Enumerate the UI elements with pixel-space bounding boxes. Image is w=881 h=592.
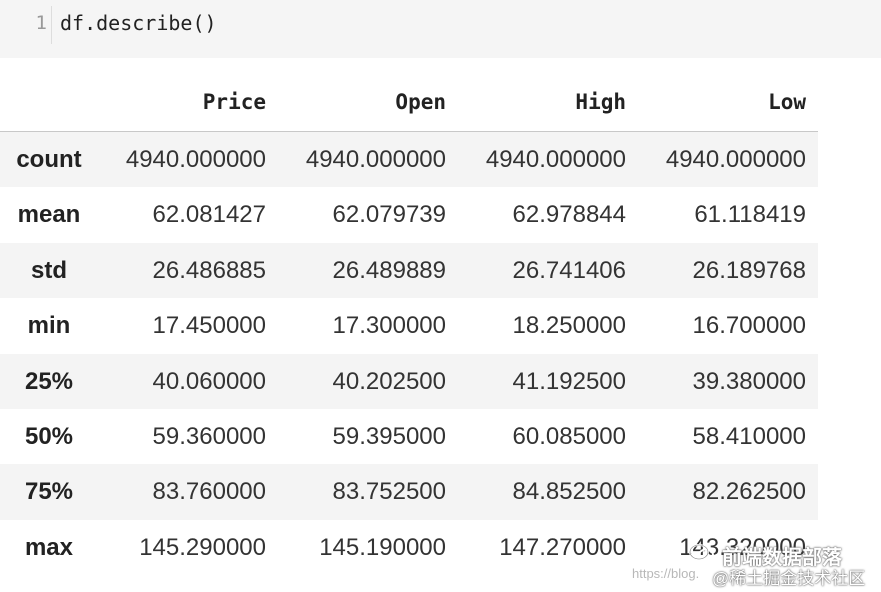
table-cell: 82.262500 <box>692 478 806 506</box>
table-cell: 17.450000 <box>152 312 266 340</box>
table-cell: 39.380000 <box>692 367 806 395</box>
table-row: 50% 59.360000 59.395000 60.085000 58.410… <box>0 409 818 464</box>
table-cell: 16.700000 <box>692 312 806 340</box>
table-cell: 26.741406 <box>512 256 626 284</box>
table-cell: 18.250000 <box>512 312 626 340</box>
table-row: std 26.486885 26.489889 26.741406 26.189… <box>0 242 818 299</box>
dataframe-output-table: Price Open High Low count 4940.000000 49… <box>0 76 818 575</box>
table-cell: 26.486885 <box>152 256 266 284</box>
table-cell: 4940.000000 <box>665 146 806 173</box>
table-cell: 147.270000 <box>499 533 626 561</box>
table-cell: 61.118419 <box>694 201 806 229</box>
code-text[interactable]: df.describe() <box>60 11 217 35</box>
table-cell: 26.489889 <box>332 256 446 284</box>
table-cell: 26.189768 <box>692 256 806 284</box>
row-index-label: 50% <box>24 422 74 450</box>
table-row: min 17.450000 17.300000 18.250000 16.700… <box>0 298 818 353</box>
row-index-label: std <box>31 256 67 284</box>
table-cell: 4940.000000 <box>125 146 266 173</box>
code-input-cell[interactable]: 1 df.describe() <box>0 0 881 58</box>
table-cell: 60.085000 <box>512 422 626 450</box>
table-cell: 40.060000 <box>152 367 266 395</box>
row-index-label: min <box>27 312 71 340</box>
table-header-row: Price Open High Low <box>0 76 818 131</box>
row-index-label: 75% <box>24 478 74 506</box>
chat-bubble-icon <box>689 544 714 562</box>
table-cell: 59.360000 <box>152 422 266 450</box>
table-row: mean 62.081427 62.079739 62.978844 61.11… <box>0 187 818 242</box>
table-cell: 40.202500 <box>332 367 446 395</box>
row-index-label: 25% <box>24 367 74 395</box>
column-header: Price <box>202 90 266 114</box>
column-header: Open <box>395 90 446 114</box>
table-cell: 83.760000 <box>152 478 266 506</box>
table-row: 25% 40.060000 40.202500 41.192500 39.380… <box>0 353 818 409</box>
table-cell: 17.300000 <box>332 312 446 340</box>
watermark-url: https://blog. <box>632 566 700 581</box>
table-cell: 4940.000000 <box>485 146 626 173</box>
column-header: High <box>575 90 626 114</box>
table-cell: 59.395000 <box>332 422 446 450</box>
line-number: 1 <box>35 12 47 34</box>
table-cell: 62.978844 <box>512 201 626 229</box>
table-cell: 62.079739 <box>332 201 446 229</box>
table-cell: 83.752500 <box>332 478 446 506</box>
table-cell: 145.290000 <box>139 533 266 561</box>
table-cell: 145.190000 <box>319 533 446 561</box>
row-index-label: mean <box>17 201 81 229</box>
table-row: count 4940.000000 4940.000000 4940.00000… <box>0 132 818 188</box>
table-cell: 58.410000 <box>692 422 806 450</box>
table-cell: 62.081427 <box>152 201 266 229</box>
table-cell: 4940.000000 <box>305 146 446 173</box>
table-cell: 41.192500 <box>512 367 626 395</box>
watermark-subtitle: @稀土掘金技术社区 <box>712 569 866 588</box>
column-header: Low <box>768 90 806 114</box>
gutter-divider <box>51 6 52 44</box>
row-index-label: max <box>24 533 74 561</box>
table-cell: 84.852500 <box>512 478 626 506</box>
row-index-label: count <box>16 146 82 173</box>
table-row: 75% 83.760000 83.752500 84.852500 82.262… <box>0 464 818 520</box>
